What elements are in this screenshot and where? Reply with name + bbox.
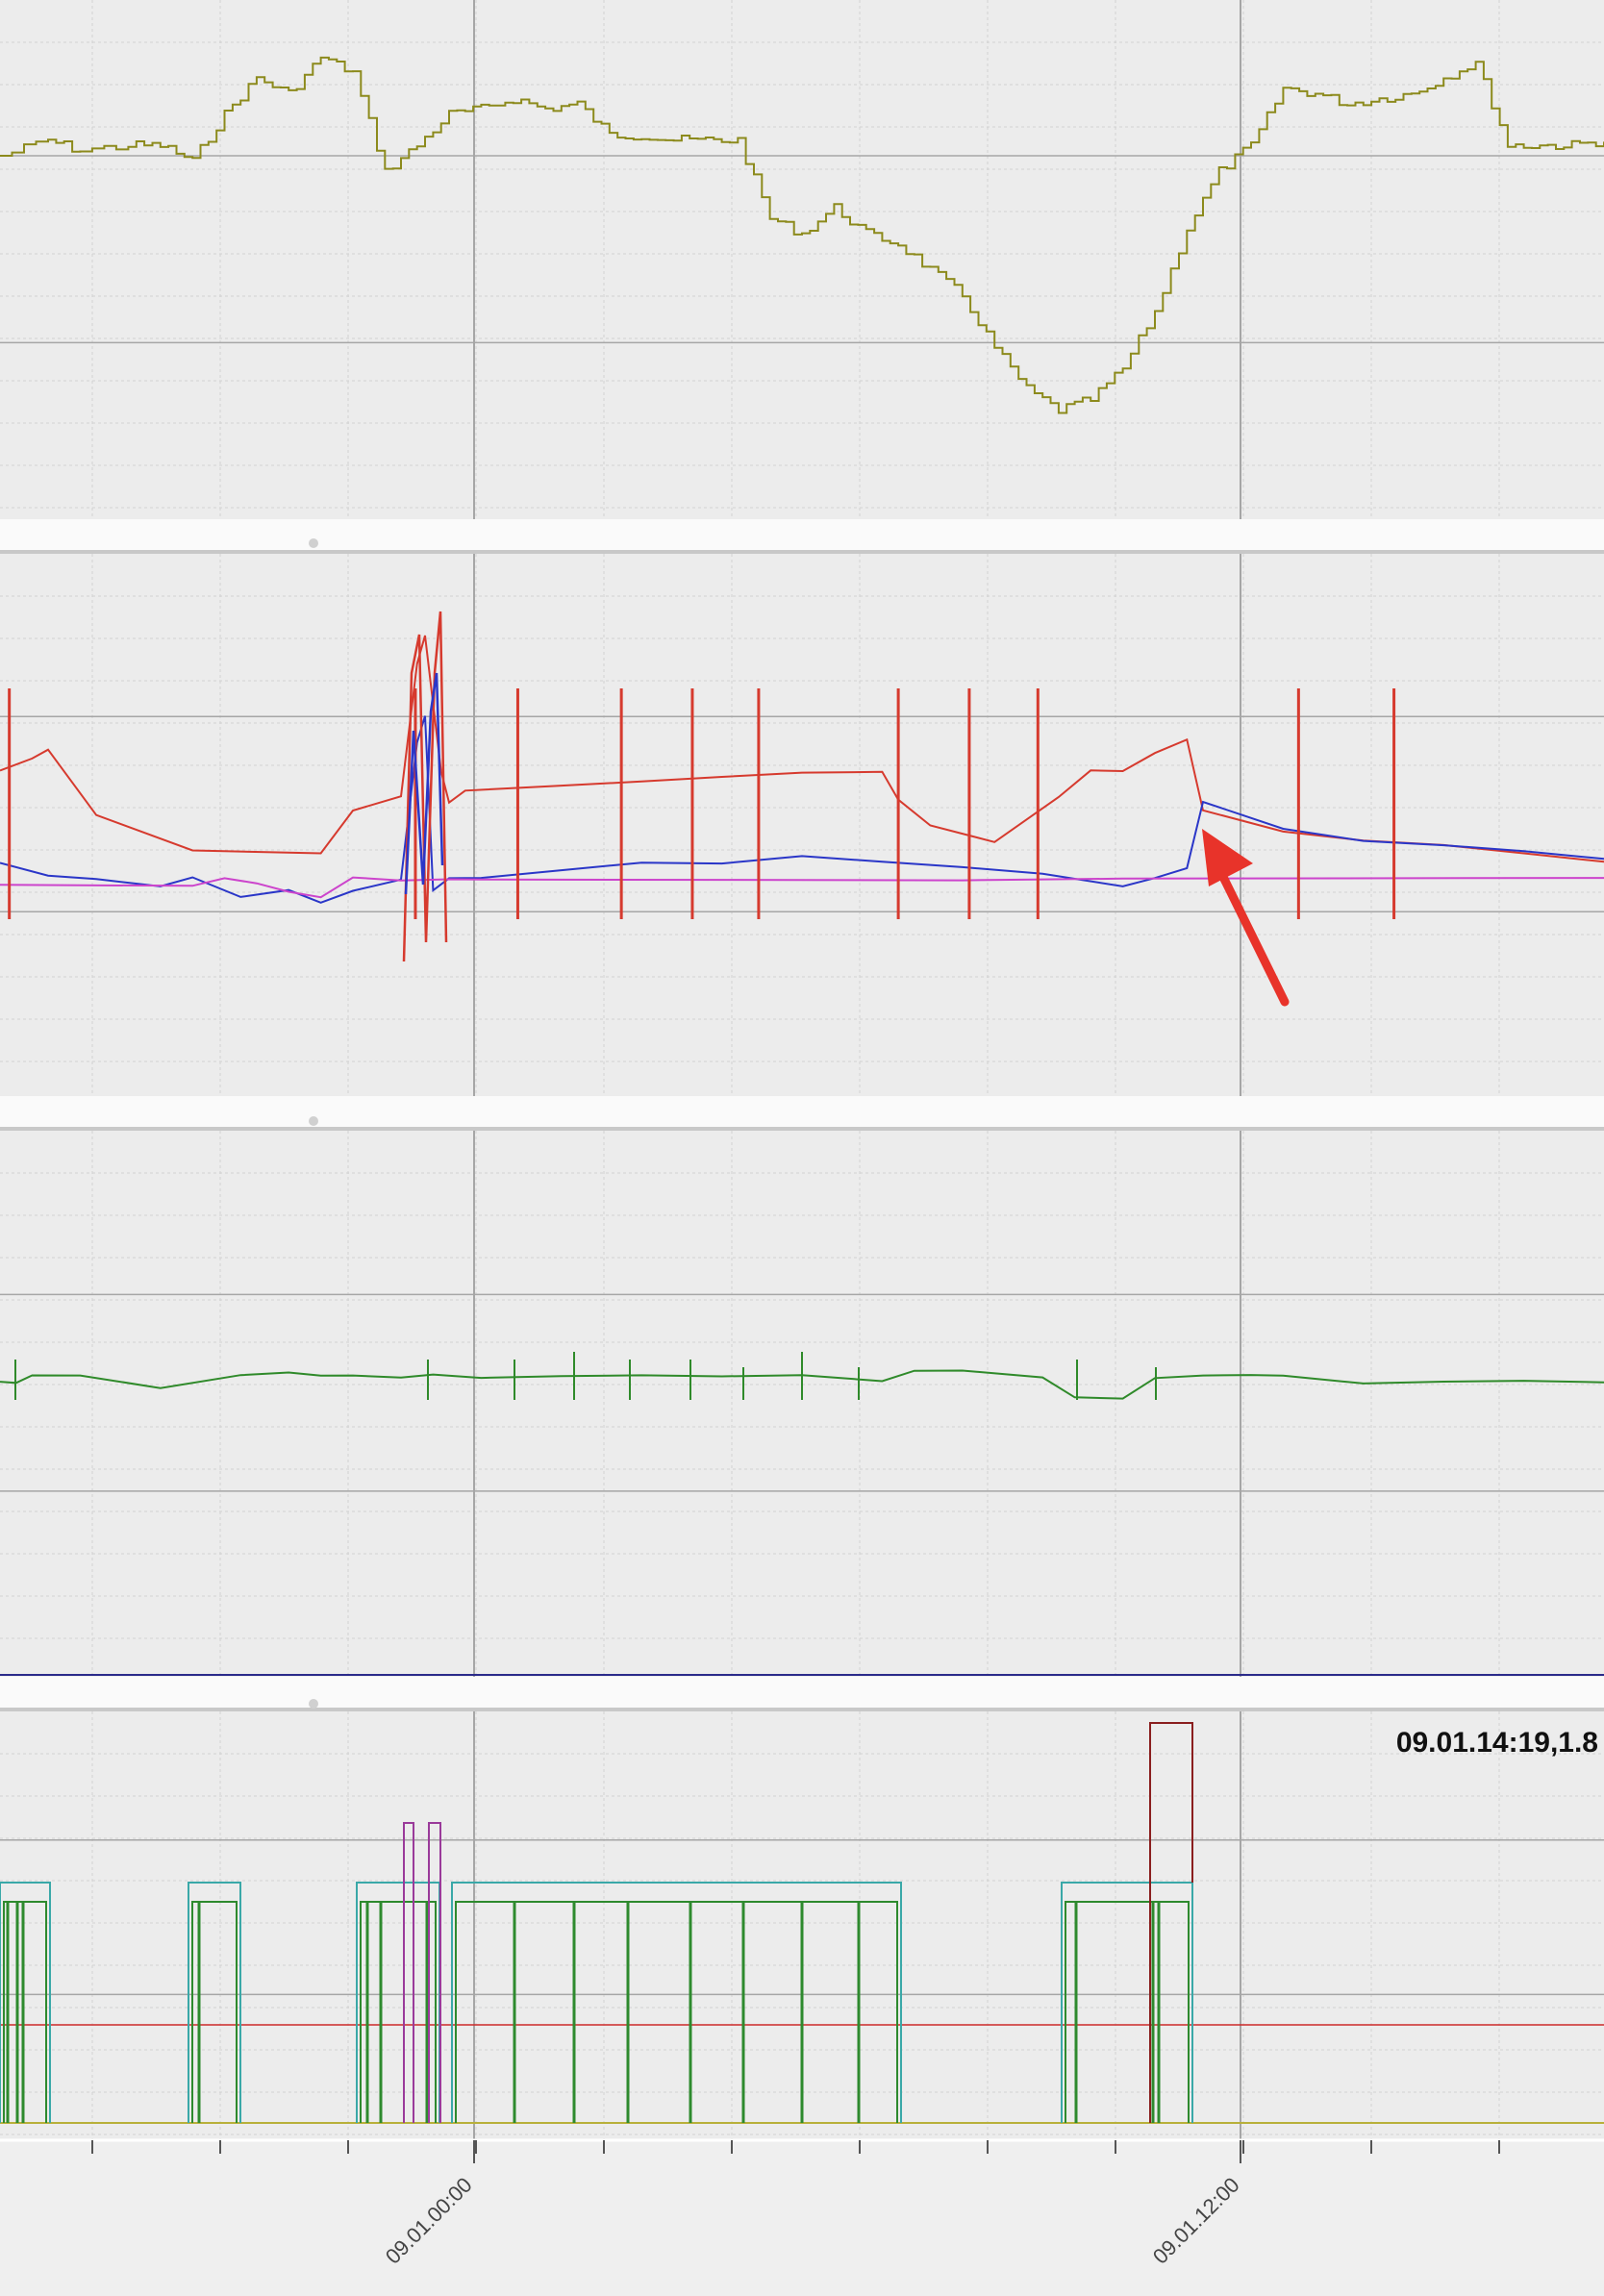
panel-divider-1[interactable] — [0, 519, 1604, 554]
panel-divider-2[interactable] — [0, 1096, 1604, 1131]
panel-3-background — [0, 1131, 1604, 1677]
chart-window: 09.01.14:19,1.8 09.01.00:00 09.01.12:00 — [0, 0, 1604, 2296]
cursor-readout: 09.01.14:19,1.8 — [1396, 1727, 1598, 1759]
panel-1-background — [0, 0, 1604, 519]
divider-grip-1[interactable] — [309, 538, 318, 548]
divider-grip-2[interactable] — [309, 1116, 318, 1126]
panel-2-background — [0, 554, 1604, 1096]
x-axis-area — [0, 2140, 1604, 2296]
panel-divider-3[interactable] — [0, 1677, 1604, 1711]
divider-grip-3[interactable] — [309, 1699, 318, 1709]
multi-panel-chart[interactable]: 09.01.14:19,1.8 09.01.00:00 09.01.12:00 — [0, 0, 1604, 2296]
